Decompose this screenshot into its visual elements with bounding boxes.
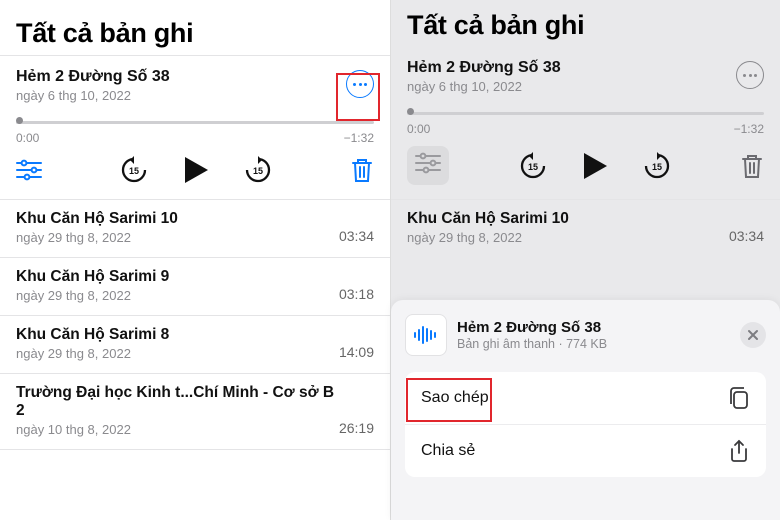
play-icon: [182, 155, 210, 185]
delete-button[interactable]: [740, 153, 764, 179]
play-button[interactable]: [581, 151, 609, 181]
scrubber: 0:00 −1:32: [0, 105, 390, 145]
recording-date: ngày 29 thg 8, 2022: [407, 230, 569, 245]
time-remaining: −1:32: [344, 131, 374, 145]
recording-date: ngày 29 thg 8, 2022: [16, 230, 178, 245]
playback-controls: 15 15: [391, 136, 780, 199]
list-item[interactable]: Khu Căn Hộ Sarimi 10 ngày 29 thg 8, 2022…: [0, 200, 390, 258]
share-action[interactable]: Chia sẻ: [405, 424, 766, 477]
copy-icon: [728, 386, 750, 410]
recording-duration: 03:34: [339, 228, 374, 244]
skip-forward-15-icon: 15: [244, 156, 272, 184]
recording-name: Hẻm 2 Đường Số 38: [16, 68, 170, 86]
close-button[interactable]: [740, 322, 766, 348]
scrubber: 0:00 −1:32: [391, 96, 780, 136]
share-sheet: Hẻm 2 Đường Số 38 Bản ghi âm thanh · 774…: [391, 300, 780, 520]
skip-back-15-icon: 15: [519, 152, 547, 180]
recording-name: Trường Đại học Kinh t...Chí Minh - Cơ sở…: [16, 384, 339, 420]
file-thumbnail: [405, 314, 447, 356]
svg-text:15: 15: [129, 166, 139, 176]
time-remaining: −1:32: [734, 122, 764, 136]
svg-text:15: 15: [651, 162, 661, 172]
waveform-icon: [413, 326, 439, 344]
skip-back-15-icon: 15: [120, 156, 148, 184]
current-recording-row[interactable]: Hẻm 2 Đường Số 38 ngày 6 thg 10, 2022: [0, 55, 390, 105]
sliders-icon: [415, 152, 441, 174]
playback-controls: 15 15: [0, 145, 390, 200]
time-elapsed: 0:00: [16, 131, 39, 145]
action-card: Sao chép Chia sẻ: [405, 372, 766, 477]
skip-forward-button[interactable]: 15: [244, 156, 272, 184]
skip-forward-15-icon: 15: [643, 152, 671, 180]
svg-text:15: 15: [527, 162, 537, 172]
share-icon: [728, 439, 750, 463]
ellipsis-icon: [743, 74, 757, 77]
close-icon: [747, 329, 759, 341]
options-button[interactable]: [415, 152, 441, 174]
trash-icon: [740, 153, 764, 179]
recording-date: ngày 6 thg 10, 2022: [407, 79, 561, 94]
left-pane: Tất cả bản ghi Hẻm 2 Đường Số 38 ngày 6 …: [0, 0, 390, 520]
recording-name: Khu Căn Hộ Sarimi 9: [16, 268, 169, 286]
more-button[interactable]: [346, 70, 374, 98]
recording-name: Khu Căn Hộ Sarimi 8: [16, 326, 169, 344]
time-elapsed: 0:00: [407, 122, 430, 136]
sliders-icon: [16, 159, 42, 181]
options-button[interactable]: [16, 159, 42, 181]
list-item[interactable]: Trường Đại học Kinh t...Chí Minh - Cơ sở…: [0, 374, 390, 450]
recording-date: ngày 6 thg 10, 2022: [16, 88, 170, 103]
play-icon: [581, 151, 609, 181]
skip-back-button[interactable]: 15: [120, 156, 148, 184]
recording-duration: 14:09: [339, 344, 374, 360]
action-label: Sao chép: [421, 389, 489, 407]
page-title: Tất cả bản ghi: [391, 0, 780, 47]
svg-text:15: 15: [253, 166, 263, 176]
action-label: Chia sẻ: [421, 442, 475, 460]
page-title: Tất cả bản ghi: [0, 0, 390, 55]
right-pane: Tất cả bản ghi Hẻm 2 Đường Số 38 ngày 6 …: [390, 0, 780, 520]
recording-date: ngày 29 thg 8, 2022: [16, 288, 169, 303]
recording-date: ngày 10 thg 8, 2022: [16, 422, 339, 437]
progress-slider[interactable]: [16, 117, 374, 127]
current-recording-row[interactable]: Hẻm 2 Đường Số 38 ngày 6 thg 10, 2022: [391, 47, 780, 96]
recording-duration: 26:19: [339, 420, 374, 436]
recording-name: Hẻm 2 Đường Số 38: [407, 59, 561, 77]
copy-action[interactable]: Sao chép: [405, 372, 766, 424]
progress-slider[interactable]: [407, 108, 764, 118]
skip-back-button[interactable]: 15: [519, 152, 547, 180]
list-item[interactable]: Khu Căn Hộ Sarimi 10 ngày 29 thg 8, 2022…: [391, 199, 780, 257]
recording-name: Khu Căn Hộ Sarimi 10: [16, 210, 178, 228]
list-item[interactable]: Khu Căn Hộ Sarimi 8 ngày 29 thg 8, 2022 …: [0, 316, 390, 374]
sheet-file-meta: Bản ghi âm thanh · 774 KB: [457, 337, 730, 351]
trash-icon: [350, 157, 374, 183]
recording-duration: 03:18: [339, 286, 374, 302]
skip-forward-button[interactable]: 15: [643, 152, 671, 180]
play-button[interactable]: [182, 155, 210, 185]
list-item[interactable]: Khu Căn Hộ Sarimi 9 ngày 29 thg 8, 2022 …: [0, 258, 390, 316]
ellipsis-icon: [353, 83, 367, 86]
recording-date: ngày 29 thg 8, 2022: [16, 346, 169, 361]
recording-duration: 03:34: [729, 228, 764, 244]
sheet-file-name: Hẻm 2 Đường Số 38: [457, 319, 730, 336]
delete-button[interactable]: [350, 157, 374, 183]
more-button[interactable]: [736, 61, 764, 89]
recording-name: Khu Căn Hộ Sarimi 10: [407, 210, 569, 228]
